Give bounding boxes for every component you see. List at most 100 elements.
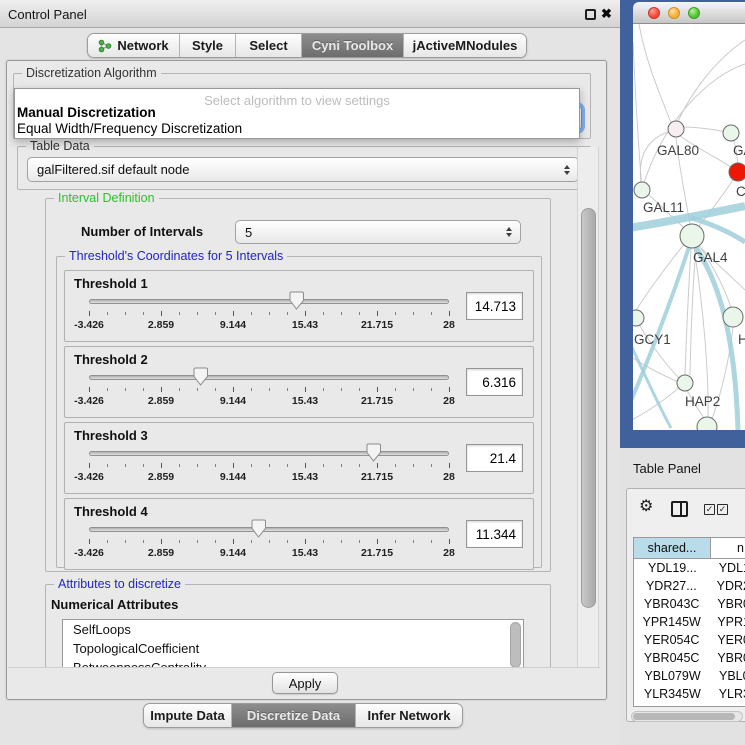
apply-button[interactable]: Apply xyxy=(272,672,338,694)
table-row[interactable]: YPR145WYPR1 xyxy=(634,613,745,631)
table-row[interactable]: YBL079WYBL0 xyxy=(634,667,745,685)
list-item[interactable]: BetweennessCentrality xyxy=(63,658,523,668)
cell[interactable]: YBL0 xyxy=(711,667,745,685)
cell[interactable]: YDL1 xyxy=(711,559,745,577)
threshold-2-value-field[interactable]: 6.316 xyxy=(466,368,523,396)
threshold-3-slider-track[interactable] xyxy=(89,451,449,456)
threshold-1-panel: Threshold 1 -3.4262.8599.14415.4321.7152… xyxy=(64,270,534,342)
list-item[interactable]: SelfLoops xyxy=(63,620,523,639)
tab-discretize-data[interactable]: Discretize Data xyxy=(232,704,356,727)
numerical-attributes-list[interactable]: SelfLoops TopologicalCoefficient Between… xyxy=(62,619,524,668)
list-scrollbar-thumb[interactable] xyxy=(510,622,521,668)
cell[interactable]: YLR345W xyxy=(634,685,711,703)
threshold-1-slider-track[interactable] xyxy=(89,299,449,304)
threshold-2-slider-thumb[interactable] xyxy=(193,367,208,386)
select-columns-checkbox-icon[interactable] xyxy=(704,504,715,515)
cell[interactable]: YBR0 xyxy=(709,649,745,667)
threshold-1-slider-thumb[interactable] xyxy=(289,291,304,310)
tab-jactivemnodules[interactable]: jActiveMNodules xyxy=(404,34,526,57)
float-window-icon[interactable] xyxy=(585,9,596,20)
network-edge[interactable] xyxy=(681,127,725,132)
slider-ticks xyxy=(65,311,533,319)
cell[interactable]: YER0 xyxy=(709,631,745,649)
column-header-name[interactable]: n xyxy=(711,541,745,555)
tab-impute-data[interactable]: Impute Data xyxy=(144,704,232,727)
close-window-button[interactable] xyxy=(648,7,660,19)
network-node[interactable] xyxy=(634,182,650,198)
network-node[interactable] xyxy=(668,121,684,137)
table-row[interactable]: YDL19...YDL1 xyxy=(634,559,745,577)
table-row[interactable]: YER054CYER0 xyxy=(634,631,745,649)
slider-tick-mark xyxy=(413,464,414,467)
network-edge[interactable] xyxy=(639,24,674,130)
panel-scrollbar[interactable] xyxy=(577,147,599,667)
network-node[interactable] xyxy=(680,224,704,248)
tab-cyni-toolbox[interactable]: Cyni Toolbox xyxy=(302,34,404,57)
network-node[interactable] xyxy=(723,307,743,327)
table-row[interactable]: YBR045CYBR0 xyxy=(634,649,745,667)
cell[interactable]: YBR0 xyxy=(709,595,745,613)
popup-option-manual-discretization[interactable]: Manual Discretization xyxy=(17,105,156,120)
cell[interactable]: YLR3 xyxy=(711,685,745,703)
column-header-shared-name[interactable]: shared... xyxy=(634,538,711,558)
cell[interactable]: YPR1 xyxy=(709,613,745,631)
table-hscrollbar[interactable] xyxy=(631,711,743,722)
slider-tick-label: 28 xyxy=(417,547,481,559)
tab-label: Infer Network xyxy=(367,708,450,723)
table-row[interactable]: YIL052CYIL0 xyxy=(634,703,745,707)
cell[interactable]: YDL19... xyxy=(634,559,711,577)
network-edge[interactable] xyxy=(633,388,679,422)
algorithm-dropdown-popup: Select algorithm to view settings Manual… xyxy=(14,88,580,139)
table-data-combo[interactable]: galFiltered.sif default node xyxy=(27,157,579,182)
cell[interactable]: YBL079W xyxy=(634,667,711,685)
minimize-window-button[interactable] xyxy=(668,7,680,19)
number-of-intervals-combo[interactable]: 5 xyxy=(235,220,521,244)
table-row[interactable]: YLR345WYLR3 xyxy=(634,685,745,703)
threshold-4-slider-track[interactable] xyxy=(89,527,449,532)
tab-select[interactable]: Select xyxy=(236,34,302,57)
threshold-3-slider-thumb[interactable] xyxy=(366,443,381,462)
cell[interactable]: YIL052C xyxy=(634,703,711,707)
threshold-4-value-field[interactable]: 11.344 xyxy=(466,520,523,548)
network-node[interactable] xyxy=(723,125,739,141)
zoom-window-button[interactable] xyxy=(688,7,700,19)
threshold-2-slider-track[interactable] xyxy=(89,375,449,380)
tab-infer-network[interactable]: Infer Network xyxy=(356,704,462,727)
network-canvas[interactable]: GAL80GACGAL11GAL4HGCY1HAP2 xyxy=(633,24,745,430)
network-node[interactable] xyxy=(697,417,717,430)
network-edge[interactable] xyxy=(674,40,745,130)
slider-tick-mark xyxy=(107,464,108,467)
tab-network[interactable]: Network xyxy=(88,34,180,57)
threshold-4-slider-thumb[interactable] xyxy=(251,519,266,538)
cell[interactable]: YPR145W xyxy=(634,613,709,631)
network-edge[interactable] xyxy=(690,248,696,375)
thresholds-group: Threshold's Coordinates for 5 Intervals … xyxy=(56,256,542,568)
network-node[interactable] xyxy=(633,310,644,326)
network-node[interactable] xyxy=(677,375,693,391)
network-node[interactable] xyxy=(729,163,745,181)
select-columns-checkbox-icon-2[interactable] xyxy=(717,504,728,515)
threshold-1-value-field[interactable]: 14.713 xyxy=(466,292,523,320)
network-edge[interactable] xyxy=(633,42,642,189)
popup-option-equal-width-frequency[interactable]: Equal Width/Frequency Discretization xyxy=(17,121,242,136)
panel-scrollbar-thumb[interactable] xyxy=(581,208,596,608)
cell[interactable]: YBR043C xyxy=(634,595,709,613)
cell[interactable]: YBR045C xyxy=(634,649,709,667)
close-icon[interactable] xyxy=(601,6,615,22)
slider-tick-mark xyxy=(431,540,432,543)
gear-icon[interactable] xyxy=(639,498,653,516)
network-edge[interactable] xyxy=(635,235,692,312)
threshold-label: Threshold 1 xyxy=(74,276,148,291)
cell[interactable]: YER054C xyxy=(634,631,709,649)
threshold-3-value-field[interactable]: 21.4 xyxy=(466,444,523,472)
cell[interactable]: YDR2 xyxy=(709,577,745,595)
table-hscrollbar-thumb[interactable] xyxy=(633,713,735,720)
list-item[interactable]: TopologicalCoefficient xyxy=(63,639,523,658)
table-row[interactable]: YBR043CYBR0 xyxy=(634,595,745,613)
tab-style[interactable]: Style xyxy=(180,34,236,57)
cell[interactable]: YIL0 xyxy=(711,703,745,707)
column-view-icon[interactable] xyxy=(671,501,688,517)
cell[interactable]: YDR27... xyxy=(634,577,709,595)
table-row[interactable]: YDR27...YDR2 xyxy=(634,577,745,595)
attributes-group: Attributes to discretize Numerical Attri… xyxy=(45,584,551,668)
